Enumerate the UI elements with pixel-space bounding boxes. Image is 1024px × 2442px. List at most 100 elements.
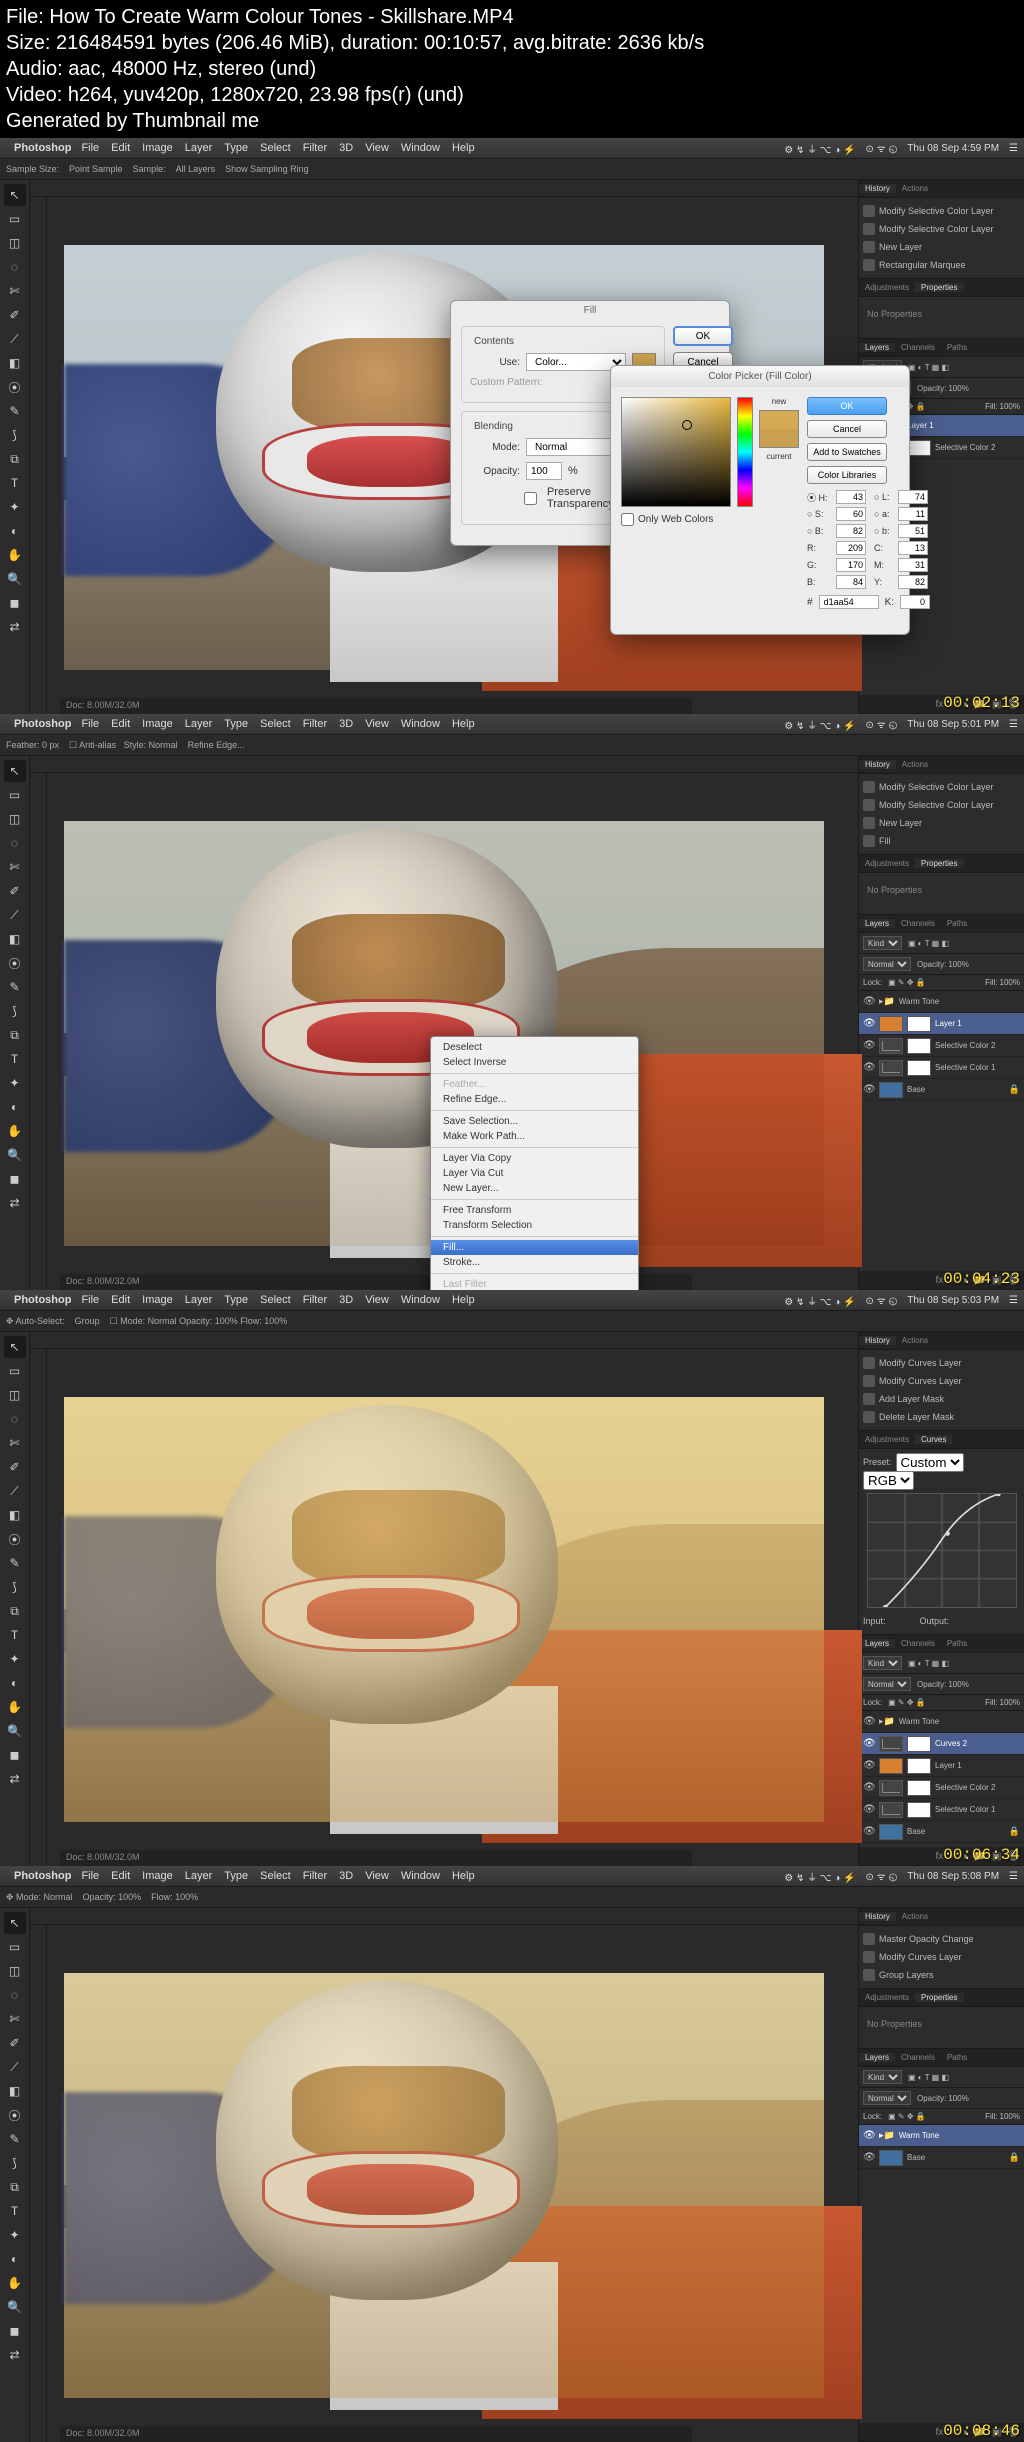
layers-tab-channels[interactable]: Channels [895,1639,941,1648]
menu-edit[interactable]: Edit [111,1294,130,1306]
tool-7[interactable]: ◧ [4,352,26,374]
tool-10[interactable]: ⟆ [4,424,26,446]
filter-icon[interactable]: ▣ ◐ T ▦ ◧ [908,363,949,372]
opt-label[interactable]: Point Sample [69,164,123,174]
layer-mask-thumb[interactable] [907,1780,931,1796]
ctx-layer-via-cut[interactable]: Layer Via Cut [431,1166,638,1181]
adj-icon[interactable]: ◑ [961,2427,967,2438]
layers-tab-channels[interactable]: Channels [895,919,941,928]
tool-0[interactable]: ↖ [4,1912,26,1934]
opt-refine[interactable]: Refine Edge... [188,740,245,750]
layers-tab-paths[interactable]: Paths [941,1639,973,1648]
fx-icon[interactable]: fx [936,699,944,710]
tool-9[interactable]: ✎ [4,2128,26,2150]
clock[interactable]: Thu 08 Sep 5:08 PM [907,1871,999,1882]
layer-mask-thumb[interactable] [907,1736,931,1752]
tool-13[interactable]: ✦ [4,1648,26,1670]
tool-17[interactable]: ◼ [4,592,26,614]
canvas-area[interactable]: Doc: 8.00M/32.0M [30,1332,858,1866]
layer-item[interactable]: 👁 ▸📁 Warm Tone [859,2125,1024,2147]
tool-11[interactable]: ⧉ [4,448,26,470]
menu-image[interactable]: Image [142,1294,173,1306]
layer-name[interactable]: Selective Color 1 [935,1063,1020,1072]
layer-visibility-icon[interactable]: 👁 [863,1804,875,1815]
tool-15[interactable]: ✋ [4,1696,26,1718]
tool-14[interactable]: ◐ [4,1096,26,1118]
layers-tab-channels[interactable]: Channels [895,2053,941,2062]
menu-image[interactable]: Image [142,1870,173,1882]
tool-1[interactable]: ▭ [4,784,26,806]
app-name[interactable]: Photoshop [14,718,71,730]
trash-icon[interactable]: 🗑 [1007,1275,1020,1286]
tool-18[interactable]: ⇄ [4,1768,26,1790]
tool-3[interactable]: ◌ [4,832,26,854]
layer-visibility-icon[interactable]: 👁 [863,2130,875,2141]
picker-webonly-checkbox[interactable] [621,513,634,526]
layers-tab-paths[interactable]: Paths [941,2053,973,2062]
opt-label[interactable]: All Layers [176,164,216,174]
picker-c[interactable] [898,541,928,555]
fill-opacity-input[interactable] [526,462,562,480]
menu-image[interactable]: Image [142,142,173,154]
tool-4[interactable]: ✄ [4,1432,26,1454]
layer-thumb[interactable] [879,1736,903,1752]
opt-label[interactable]: Sample Size: [6,164,59,174]
adj-icon[interactable]: ◑ [961,699,967,710]
layer-visibility-icon[interactable]: 👁 [863,1062,875,1073]
tool-3[interactable]: ◌ [4,1984,26,2006]
menu-select[interactable]: Select [260,718,291,730]
tool-3[interactable]: ◌ [4,256,26,278]
search-icon[interactable]: ☰ [1009,1295,1018,1306]
layer-thumb[interactable] [879,1802,903,1818]
layer-visibility-icon[interactable]: 👁 [863,996,875,1007]
tool-5[interactable]: ✐ [4,2032,26,2054]
adj-icon[interactable]: ◑ [961,1851,967,1862]
opt-group[interactable]: Group [75,1316,100,1326]
tool-12[interactable]: T [4,1048,26,1070]
picker-cursor[interactable] [682,420,692,430]
layer-mask-thumb[interactable] [907,1016,931,1032]
menu-help[interactable]: Help [452,142,475,154]
history-item[interactable]: Master Opacity Change [863,1930,1020,1948]
layers-mode-select[interactable]: Normal [863,1677,911,1691]
tool-15[interactable]: ✋ [4,1120,26,1142]
filter-icon[interactable]: ▣ ◐ T ▦ ◧ [908,2073,949,2082]
clock[interactable]: Thu 08 Sep 5:03 PM [907,1295,999,1306]
layer-visibility-icon[interactable]: 👁 [863,2152,875,2163]
layer-item[interactable]: 👁 Base 🔒 [859,1821,1024,1843]
opt-label[interactable]: Show Sampling Ring [225,164,309,174]
menu-help[interactable]: Help [452,1294,475,1306]
layer-mask-thumb[interactable] [907,1802,931,1818]
layer-thumb[interactable] [879,1824,903,1840]
group-icon[interactable]: 📁 [973,1851,985,1862]
opacity-value[interactable]: 100% [948,384,968,393]
menu-edit[interactable]: Edit [111,142,130,154]
menu-view[interactable]: View [365,142,389,154]
menu-select[interactable]: Select [260,1294,291,1306]
group-icon[interactable]: 📁 [973,2427,985,2438]
menu-view[interactable]: View [365,718,389,730]
menu-view[interactable]: View [365,1294,389,1306]
actions-tab[interactable]: Actions [896,760,934,769]
tool-6[interactable]: ⟋ [4,1480,26,1502]
tool-13[interactable]: ✦ [4,1072,26,1094]
layer-visibility-icon[interactable]: 👁 [863,1782,875,1793]
layers-tab-channels[interactable]: Channels [895,343,941,352]
menu-help[interactable]: Help [452,1870,475,1882]
ctx-refine-edge---[interactable]: Refine Edge... [431,1092,638,1107]
opt-label[interactable]: Sample: [133,164,166,174]
properties-tab[interactable]: Properties [915,1993,963,2002]
tool-14[interactable]: ◐ [4,1672,26,1694]
fx-icon[interactable]: fx [936,1851,944,1862]
tool-2[interactable]: ◫ [4,808,26,830]
trash-icon[interactable]: 🗑 [1007,2427,1020,2438]
picker-a[interactable] [898,507,928,521]
canvas-area[interactable]: Doc: 8.00M/32.0M [30,1908,858,2442]
actions-tab[interactable]: Actions [896,1912,934,1921]
properties-tab[interactable]: Curves [915,1435,952,1444]
adjustments-tab[interactable]: Adjustments [859,283,915,292]
tool-15[interactable]: ✋ [4,544,26,566]
tool-12[interactable]: T [4,472,26,494]
layer-name[interactable]: Selective Color 2 [935,443,1020,452]
picker-newcur-swatch[interactable] [759,410,799,448]
